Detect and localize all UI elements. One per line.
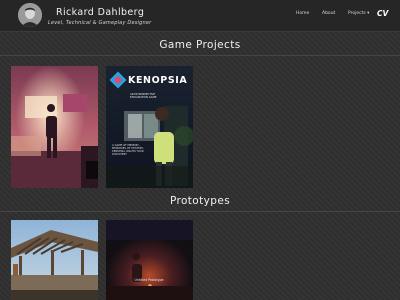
nav-home[interactable]: Home — [296, 11, 309, 16]
kenopsia-logo-text: KENOPSIA — [128, 75, 188, 86]
site-name[interactable]: Rickard Dahlberg — [56, 7, 144, 18]
project-thumbnail — [11, 66, 98, 188]
section-divider — [0, 211, 400, 212]
avatar[interactable] — [18, 3, 42, 27]
section-divider — [0, 55, 400, 56]
nav-about[interactable]: About — [322, 11, 335, 16]
prototype-card-structure[interactable] — [11, 220, 98, 300]
kenopsia-subtitle: AN INTROSPECTIVE EXPLORATION GAME — [130, 93, 157, 99]
project-card-interior[interactable] — [11, 66, 98, 188]
kenopsia-description: A GAME OF MEMORY, MEMORIES OF MYSTERY, K… — [112, 144, 144, 156]
section-title-games: Game Projects — [159, 39, 241, 51]
prototype-label: Untitled Prototype — [134, 278, 164, 282]
section-title-prototypes: Prototypes — [169, 195, 231, 207]
prototype-thumbnail — [106, 220, 193, 300]
nav-projects-dropdown[interactable]: Projects ▾ — [348, 11, 369, 16]
project-card-kenopsia[interactable]: KENOPSIA AN INTROSPECTIVE EXPLORATION GA… — [106, 66, 193, 188]
nav-cv[interactable]: CV — [377, 9, 388, 18]
prototype-card-campfire[interactable]: Untitled Prototype — [106, 220, 193, 300]
site-header: Rickard Dahlberg Level, Technical & Game… — [0, 0, 400, 32]
site-subtitle: Level, Technical & Gameplay Designer — [48, 20, 152, 26]
prototype-thumbnail — [11, 220, 98, 300]
